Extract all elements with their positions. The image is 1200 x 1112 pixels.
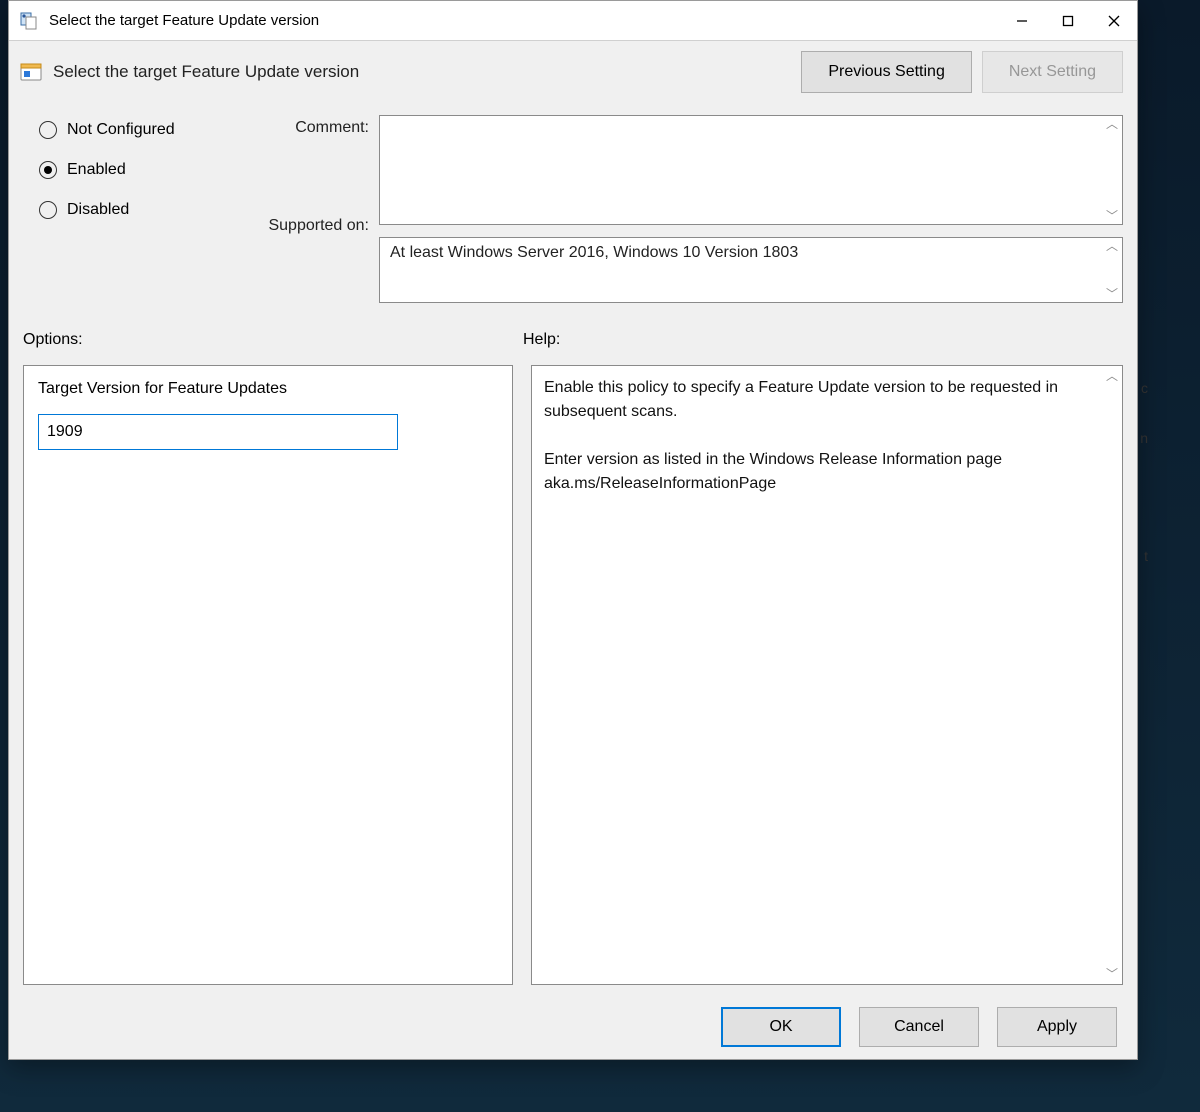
chevron-down-icon[interactable]: ﹀ bbox=[1106, 288, 1118, 300]
cancel-button[interactable]: Cancel bbox=[859, 1007, 979, 1047]
state-radio-group: Not Configured Enabled Disabled bbox=[39, 115, 239, 303]
radio-label: Not Configured bbox=[67, 121, 175, 139]
scrollbar[interactable]: ︿ ﹀ bbox=[1104, 370, 1120, 980]
option-field-label: Target Version for Feature Updates bbox=[38, 380, 498, 398]
radio-label: Enabled bbox=[67, 161, 126, 179]
policy-icon bbox=[19, 60, 43, 84]
app-icon bbox=[9, 1, 49, 41]
split-labels: Options: Help: bbox=[9, 309, 1137, 355]
dialog-footer: OK Cancel Apply bbox=[9, 995, 1137, 1059]
chevron-up-icon[interactable]: ︿ bbox=[1106, 240, 1118, 252]
chevron-up-icon[interactable]: ︿ bbox=[1106, 118, 1118, 130]
titlebar[interactable]: Select the target Feature Update version bbox=[9, 1, 1137, 41]
field-labels-column: Comment: Supported on: bbox=[249, 115, 369, 303]
chevron-down-icon[interactable]: ﹀ bbox=[1106, 968, 1118, 980]
split-panes: Target Version for Feature Updates Enabl… bbox=[9, 355, 1137, 995]
scrollbar[interactable]: ︿ ﹀ bbox=[1104, 240, 1120, 300]
apply-button[interactable]: Apply bbox=[997, 1007, 1117, 1047]
radio-circle-icon bbox=[39, 201, 57, 219]
target-version-input[interactable] bbox=[38, 414, 398, 450]
supported-on-box: At least Windows Server 2016, Windows 10… bbox=[379, 237, 1123, 303]
policy-header: Select the target Feature Update version… bbox=[9, 41, 1137, 115]
minimize-button[interactable] bbox=[999, 1, 1045, 41]
maximize-button[interactable] bbox=[1045, 1, 1091, 41]
next-setting-button: Next Setting bbox=[982, 51, 1123, 93]
help-paragraph: Enter version as listed in the Windows R… bbox=[544, 448, 1100, 496]
radio-circle-icon bbox=[39, 161, 57, 179]
close-button[interactable] bbox=[1091, 1, 1137, 41]
radio-not-configured[interactable]: Not Configured bbox=[39, 121, 239, 139]
config-row: Not Configured Enabled Disabled Comment:… bbox=[9, 115, 1137, 309]
window-title: Select the target Feature Update version bbox=[49, 12, 999, 29]
radio-label: Disabled bbox=[67, 201, 129, 219]
radio-disabled[interactable]: Disabled bbox=[39, 201, 239, 219]
chevron-up-icon[interactable]: ︿ bbox=[1106, 370, 1118, 382]
options-label: Options: bbox=[23, 331, 523, 349]
supported-on-value: At least Windows Server 2016, Windows 10… bbox=[390, 244, 798, 261]
policy-name: Select the target Feature Update version bbox=[53, 62, 791, 82]
field-values-column: ︿ ﹀ At least Windows Server 2016, Window… bbox=[379, 115, 1123, 303]
options-pane: Target Version for Feature Updates bbox=[23, 365, 513, 985]
help-pane: Enable this policy to specify a Feature … bbox=[531, 365, 1123, 985]
help-paragraph: Enable this policy to specify a Feature … bbox=[544, 376, 1100, 424]
policy-editor-window: Select the target Feature Update version… bbox=[8, 0, 1138, 1060]
help-label: Help: bbox=[523, 331, 1123, 349]
supported-on-label: Supported on: bbox=[249, 217, 369, 235]
ok-button[interactable]: OK bbox=[721, 1007, 841, 1047]
scrollbar[interactable]: ︿ ﹀ bbox=[1104, 118, 1120, 222]
previous-setting-button[interactable]: Previous Setting bbox=[801, 51, 972, 93]
radio-enabled[interactable]: Enabled bbox=[39, 161, 239, 179]
radio-circle-icon bbox=[39, 121, 57, 139]
comment-label: Comment: bbox=[249, 119, 369, 137]
chevron-down-icon[interactable]: ﹀ bbox=[1106, 210, 1118, 222]
comment-textarea[interactable]: ︿ ﹀ bbox=[379, 115, 1123, 225]
